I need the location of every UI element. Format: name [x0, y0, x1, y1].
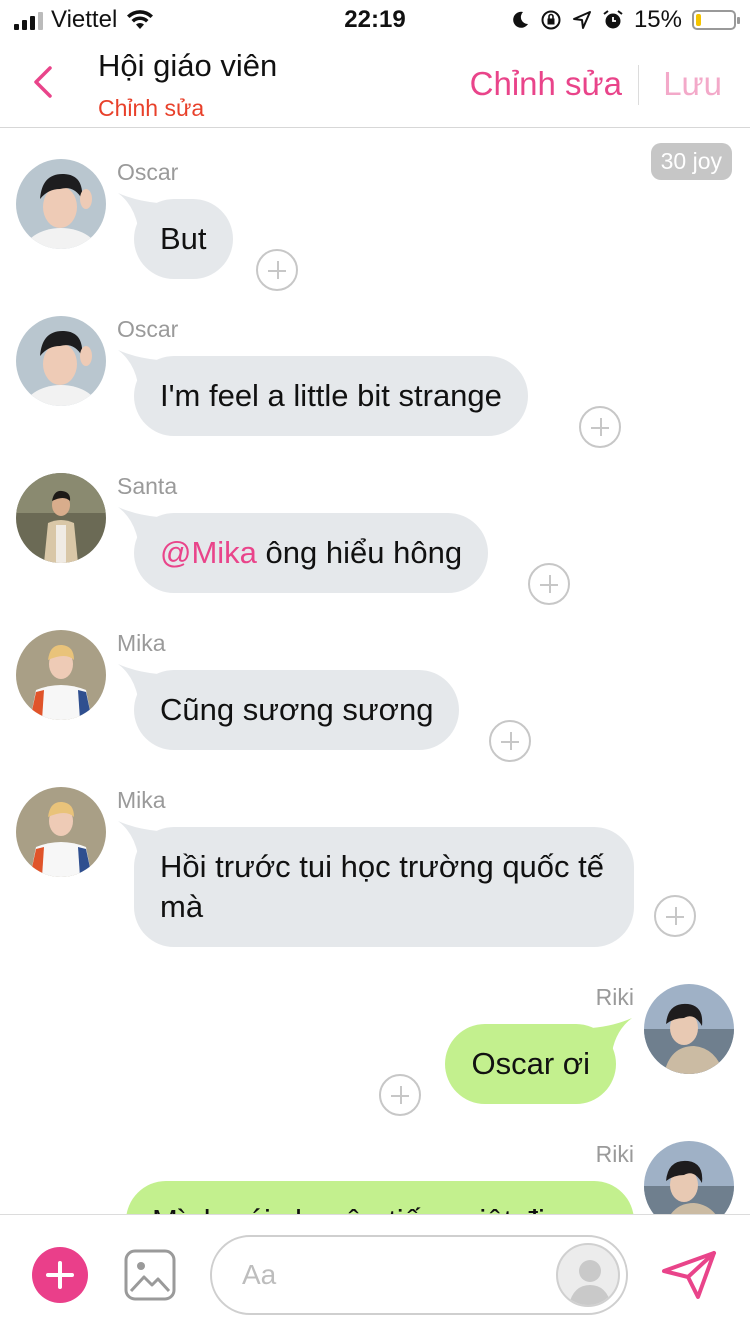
rotation-lock-icon: [541, 10, 561, 30]
sender-name: Mika: [117, 787, 166, 813]
bubble-tail: [118, 664, 158, 698]
mention-link[interactable]: @Mika: [160, 535, 257, 570]
bubble-tail: [118, 193, 158, 227]
moon-icon: [513, 11, 528, 28]
alarm-icon: [603, 10, 623, 29]
send-icon[interactable]: [660, 1249, 718, 1301]
sender-name: Oscar: [117, 316, 179, 342]
sender-name: Santa: [117, 473, 178, 499]
avatar-mika[interactable]: [16, 787, 106, 877]
react-plus-button[interactable]: [579, 406, 621, 448]
sender-name: Oscar: [117, 159, 179, 185]
header-divider: [638, 65, 639, 105]
message-bubble[interactable]: Mình nói chuyện tiếng việt đi: [126, 1181, 634, 1214]
add-attachment-button[interactable]: [32, 1247, 88, 1303]
react-plus-button[interactable]: [379, 1074, 421, 1116]
message-text: Cũng sương sương: [160, 692, 434, 727]
bubble-tail: [118, 507, 158, 541]
sender-name: Riki: [595, 1141, 634, 1167]
avatar-oscar[interactable]: [16, 316, 106, 406]
battery-percent: 15%: [633, 6, 682, 33]
avatar-oscar[interactable]: [16, 159, 106, 249]
message-input[interactable]: [242, 1255, 542, 1295]
message-bubble[interactable]: But: [118, 193, 233, 279]
location-icon: [572, 11, 591, 29]
group-subtitle: Chỉnh sửa: [98, 95, 205, 121]
message-text: Oscar ơi: [471, 1046, 590, 1081]
chat-header: Hội giáo viên Chỉnh sửa Chỉnh sửa Lưu: [0, 40, 750, 128]
edit-button[interactable]: Chỉnh sửa: [470, 65, 622, 103]
image-icon[interactable]: [124, 1249, 176, 1301]
message-bubble[interactable]: Hồi trước tui học trường quốc tế mà: [118, 821, 634, 947]
sender-name: Mika: [117, 630, 166, 656]
battery-level: [696, 14, 702, 26]
bubble-tail: [118, 350, 158, 384]
joy-badge: 30 joy: [650, 143, 732, 180]
message-text: But: [160, 221, 207, 256]
avatar-mika[interactable]: [16, 630, 106, 720]
battery-icon: [692, 10, 740, 30]
message-text: ông hiểu hông: [256, 535, 463, 570]
bubble-tail: [592, 1018, 632, 1052]
message-bubble[interactable]: Oscar ơi: [445, 1018, 632, 1104]
react-plus-button[interactable]: [528, 563, 570, 605]
avatar-riki[interactable]: [644, 984, 734, 1074]
message-bubble[interactable]: I'm feel a little bit strange: [118, 350, 528, 436]
avatar-sticker-icon[interactable]: [556, 1243, 620, 1307]
react-plus-button[interactable]: [654, 895, 696, 937]
save-button[interactable]: Lưu: [663, 65, 722, 103]
message-input-wrapper: [210, 1235, 628, 1315]
chat-thread[interactable]: 30 joy Oscar But Oscar I'm feel a little…: [0, 129, 750, 1214]
message-bubble[interactable]: @Mika ông hiểu hông: [118, 507, 489, 593]
message-text: Mình nói chuyện tiếng việt đi: [152, 1203, 545, 1214]
message-text: I'm feel a little bit strange: [160, 378, 502, 413]
group-title[interactable]: Hội giáo viên: [98, 48, 277, 84]
sender-name: Riki: [595, 984, 634, 1010]
back-chevron-icon[interactable]: [28, 62, 58, 102]
react-plus-button[interactable]: [256, 249, 298, 291]
message-text: Hồi trước tui học trường quốc tế mà: [160, 849, 605, 924]
avatar-riki[interactable]: [644, 1141, 734, 1214]
react-plus-button[interactable]: [489, 720, 531, 762]
bubble-tail: [118, 821, 158, 855]
composer-bar: [0, 1214, 750, 1334]
status-bar: Viettel 22:19 15%: [0, 0, 750, 40]
avatar-santa[interactable]: [16, 473, 106, 563]
message-bubble[interactable]: Cũng sương sương: [118, 664, 460, 750]
